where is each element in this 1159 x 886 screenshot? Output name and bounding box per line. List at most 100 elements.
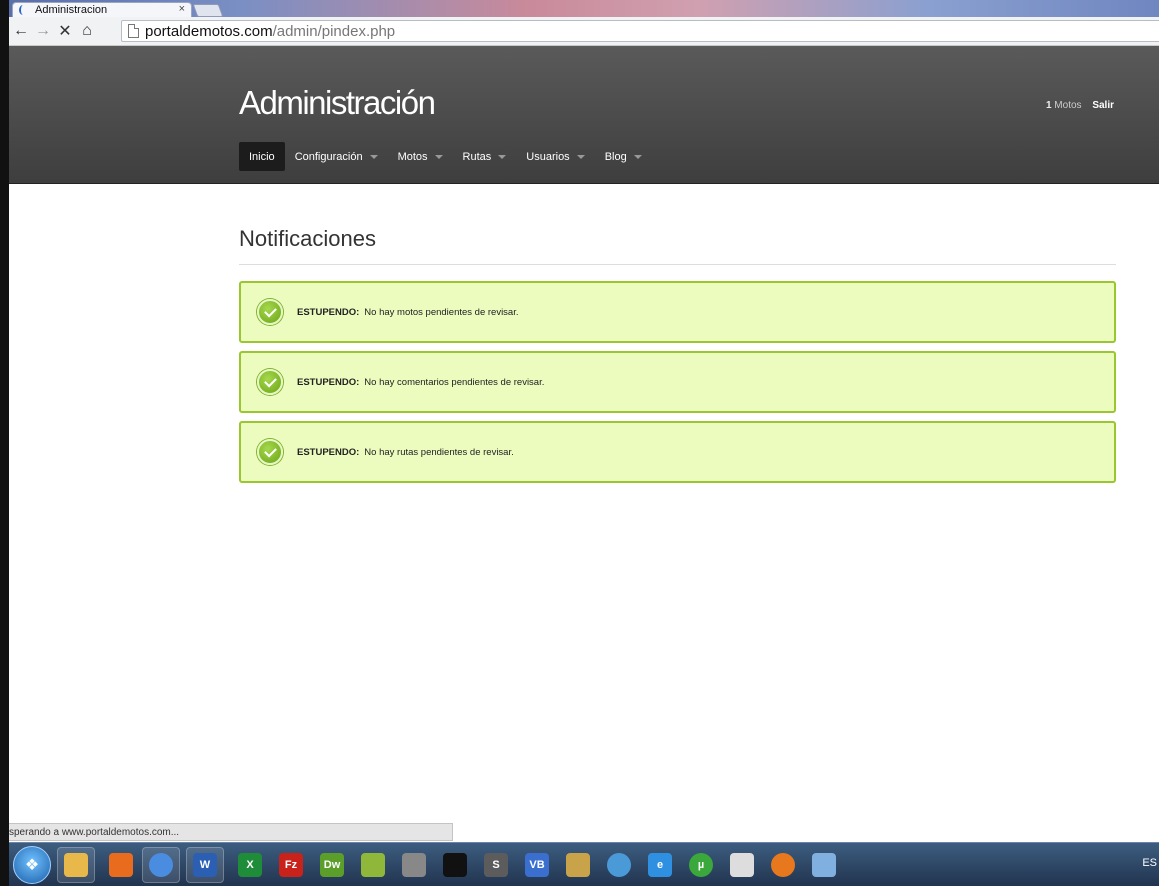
app-tool-glyph: [402, 852, 426, 877]
disc-burner-glyph: [607, 852, 631, 877]
site-title[interactable]: Administración: [239, 84, 436, 122]
main-nav: Inicio Configuración Motos Rutas Usuario…: [239, 142, 652, 171]
paint-brush-icon[interactable]: [563, 850, 593, 880]
url-path: /admin/pindex.php: [272, 22, 396, 40]
main-content: Notificaciones ESTUPENDO: No hay motos p…: [239, 226, 1116, 491]
page-title: Notificaciones: [239, 226, 1116, 265]
firefox-icon[interactable]: [768, 850, 798, 880]
internet-explorer-glyph: e: [648, 852, 672, 877]
user-area: 1 Motos Salir: [1046, 100, 1114, 111]
excel-icon[interactable]: X: [235, 850, 265, 880]
browser-tab-strip: Administracion ×: [9, 0, 1159, 17]
utorrent-icon[interactable]: µ: [686, 850, 716, 880]
home-icon[interactable]: ⌂: [77, 21, 97, 41]
nav-item-label: Usuarios: [526, 150, 570, 163]
utorrent-glyph: µ: [689, 852, 713, 877]
motos-count[interactable]: 1: [1046, 100, 1052, 111]
audio-editor-icon[interactable]: [358, 850, 388, 880]
nav-item-label: Configuración: [294, 150, 363, 163]
chevron-down-icon: [576, 154, 585, 159]
screen: Administracion × ← → ✕ ⌂ portaldemotos.c…: [0, 0, 1159, 886]
address-bar[interactable]: portaldemotos.com/admin/pindex.php: [121, 20, 1159, 42]
terminal-icon[interactable]: [440, 850, 470, 880]
new-tab-button[interactable]: [192, 4, 224, 17]
tab-title: Administracion: [35, 4, 108, 16]
back-icon[interactable]: ←: [11, 21, 31, 41]
alert-label: ESTUPENDO:: [297, 376, 360, 388]
success-alert: ESTUPENDO: No hay comentarios pendientes…: [239, 351, 1116, 413]
sublime-glyph: S: [484, 852, 508, 877]
alert-label: ESTUPENDO:: [297, 446, 360, 458]
disc-burner-icon[interactable]: [604, 850, 634, 880]
dreamweaver-icon[interactable]: Dw: [317, 850, 347, 880]
word-glyph: W: [193, 852, 217, 877]
paint-icon[interactable]: [809, 850, 839, 880]
sublime-icon[interactable]: S: [481, 850, 511, 880]
chrome-glyph: [149, 852, 173, 877]
forward-icon[interactable]: →: [33, 21, 53, 41]
firefox-glyph: [771, 852, 795, 877]
notification-list: ESTUPENDO: No hay motos pendientes de re…: [239, 281, 1116, 483]
loading-icon: [19, 5, 27, 15]
nav-item-label: Blog: [604, 150, 627, 163]
paint-glyph: [812, 852, 836, 877]
alert-text: No hay rutas pendientes de revisar.: [364, 446, 514, 458]
language-indicator[interactable]: ES: [1142, 857, 1157, 869]
dreamweaver-glyph: Dw: [320, 852, 344, 877]
url-host: portaldemotos.com: [145, 22, 273, 40]
stop-icon[interactable]: ✕: [55, 21, 75, 41]
excel-glyph: X: [238, 852, 262, 877]
chevron-down-icon: [633, 154, 642, 159]
terminal-glyph: [443, 852, 467, 877]
app-tool-icon[interactable]: [399, 850, 429, 880]
chevron-down-icon: [369, 154, 378, 159]
vb-icon[interactable]: VB: [522, 850, 552, 880]
nav-item-label: Rutas: [462, 150, 492, 163]
chevron-down-icon: [434, 154, 443, 159]
explorer-glyph: [64, 852, 88, 877]
tab-close-icon[interactable]: ×: [179, 3, 185, 15]
audio-editor-glyph: [361, 852, 385, 877]
alert-label: ESTUPENDO:: [297, 306, 360, 318]
site-header: Administración 1 Motos Salir Inicio Conf…: [9, 46, 1159, 184]
screen-edge: [0, 0, 9, 886]
taskbar-apps: W X Fz Dw S VB e µ: [51, 846, 839, 883]
filezilla-glyph: Fz: [279, 852, 303, 877]
nav-item-configuracion[interactable]: Configuración: [285, 142, 388, 171]
word-icon[interactable]: W: [186, 846, 224, 883]
nav-item-blog[interactable]: Blog: [595, 142, 652, 171]
explorer-icon[interactable]: [57, 846, 95, 883]
filezilla-icon[interactable]: Fz: [276, 850, 306, 880]
check-circle-icon: [257, 369, 283, 395]
window-tool-icon[interactable]: [727, 850, 757, 880]
page-icon: [128, 24, 139, 38]
internet-explorer-icon[interactable]: e: [645, 850, 675, 880]
windows-logo-icon: ❖: [24, 856, 40, 874]
browser-tab[interactable]: Administracion ×: [12, 2, 192, 17]
chrome-icon[interactable]: [142, 846, 180, 883]
logout-link[interactable]: Salir: [1092, 100, 1114, 111]
start-button[interactable]: ❖: [13, 845, 51, 884]
window-tool-glyph: [730, 852, 754, 877]
chevron-down-icon: [498, 154, 507, 159]
alert-text: No hay comentarios pendientes de revisar…: [364, 376, 545, 388]
nav-item-inicio[interactable]: Inicio: [239, 142, 285, 171]
status-text: sperando a www.portaldemotos.com...: [9, 826, 180, 838]
check-circle-icon: [257, 299, 283, 325]
vb-glyph: VB: [525, 852, 549, 877]
check-circle-icon: [257, 439, 283, 465]
nav-item-motos[interactable]: Motos: [388, 142, 453, 171]
media-player-icon[interactable]: [106, 850, 136, 880]
windows-taskbar: ❖ W X Fz Dw S VB e µ ES: [9, 842, 1159, 886]
nav-item-label: Motos: [397, 150, 428, 163]
motos-count-label[interactable]: Motos: [1054, 100, 1081, 111]
nav-item-rutas[interactable]: Rutas: [453, 142, 517, 171]
success-alert: ESTUPENDO: No hay motos pendientes de re…: [239, 281, 1116, 343]
nav-item-usuarios[interactable]: Usuarios: [516, 142, 594, 171]
nav-item-label: Inicio: [249, 150, 275, 163]
browser-status-bar: sperando a www.portaldemotos.com...: [9, 823, 453, 841]
alert-text: No hay motos pendientes de revisar.: [364, 306, 519, 318]
paint-brush-glyph: [566, 852, 590, 877]
media-player-glyph: [109, 852, 133, 877]
success-alert: ESTUPENDO: No hay rutas pendientes de re…: [239, 421, 1116, 483]
